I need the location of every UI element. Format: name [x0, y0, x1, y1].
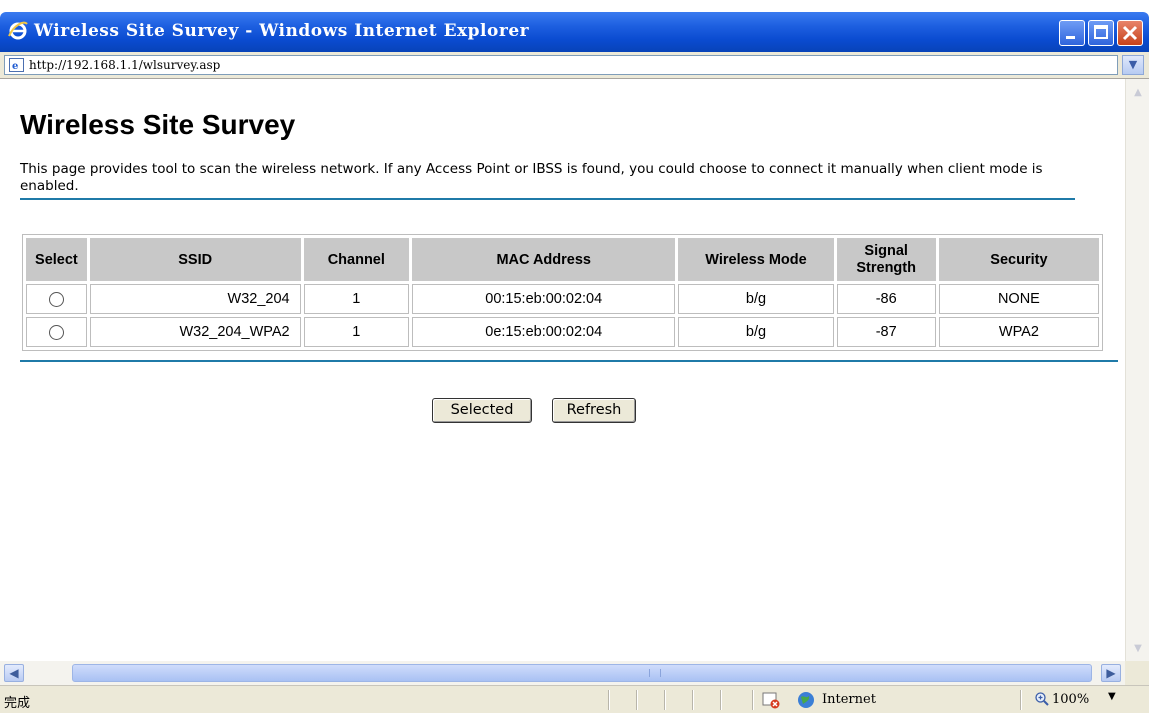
status-separator	[664, 690, 666, 710]
zoom-level[interactable]: 100%	[1052, 692, 1089, 707]
mac-cell: 00:15:eb:00:02:04	[411, 284, 676, 314]
chevron-down-icon: ▼	[1128, 58, 1138, 71]
security-cell: NONE	[938, 284, 1099, 314]
ssid-cell: W32_204_WPA2	[89, 317, 301, 347]
vertical-scrollbar[interactable]: ▲ ▼	[1125, 79, 1149, 661]
chevron-left-icon: ◀	[9, 666, 19, 680]
status-separator	[692, 690, 694, 710]
security-cell: WPA2	[938, 317, 1099, 347]
divider	[20, 198, 1075, 200]
globe-icon	[798, 692, 814, 708]
status-bar: 完成 Internet 100% ▼	[0, 685, 1149, 713]
signal-cell: -86	[836, 284, 936, 314]
window-title: Wireless Site Survey - Windows Internet …	[34, 21, 530, 41]
column-header-signal: Signal Strength	[836, 238, 936, 281]
ssid-cell: W32_204	[89, 284, 301, 314]
address-bar: e http://192.168.1.1/wlsurvey.asp ▼	[0, 52, 1149, 79]
column-header-channel: Channel	[303, 238, 409, 281]
page-content: Wireless Site Survey This page provides …	[0, 79, 1125, 661]
scroll-down-icon[interactable]: ▼	[1130, 641, 1146, 657]
maximize-button[interactable]	[1088, 20, 1114, 46]
table-row: W32_204 1 00:15:eb:00:02:04 b/g -86 NONE	[26, 284, 1099, 314]
title-bar[interactable]: Wireless Site Survey - Windows Internet …	[0, 12, 1149, 52]
status-separator	[752, 690, 754, 710]
scroll-left-button[interactable]: ◀	[4, 664, 24, 682]
ie-logo-icon	[8, 21, 28, 40]
status-text: 完成	[4, 696, 31, 711]
select-radio[interactable]	[48, 324, 64, 340]
address-text: http://192.168.1.1/wlsurvey.asp	[29, 58, 221, 72]
signal-header-line1: Signal	[864, 242, 908, 259]
status-separator	[636, 690, 638, 710]
channel-cell: 1	[303, 284, 409, 314]
browser-window: Wireless Site Survey - Windows Internet …	[0, 0, 1149, 713]
select-cell	[26, 284, 87, 314]
survey-table: Select SSID Channel MAC Address Wireless…	[22, 234, 1103, 351]
page-description: This page provides tool to scan the wire…	[20, 161, 1043, 194]
signal-cell: -87	[836, 317, 936, 347]
column-header-mode: Wireless Mode	[678, 238, 834, 281]
signal-header-line2: Strength	[856, 259, 916, 276]
mac-cell: 0e:15:eb:00:02:04	[411, 317, 676, 347]
refresh-button[interactable]: Refresh	[552, 398, 636, 423]
grip-icon	[649, 669, 661, 677]
status-separator	[1020, 690, 1022, 710]
divider	[20, 360, 1118, 362]
svg-text:e: e	[12, 61, 18, 72]
minimize-button[interactable]	[1059, 20, 1085, 46]
scroll-up-icon[interactable]: ▲	[1130, 85, 1146, 101]
table-header-row: Select SSID Channel MAC Address Wireless…	[26, 238, 1099, 281]
select-radio[interactable]	[48, 291, 64, 307]
protected-mode-icon	[762, 692, 780, 709]
scroll-thumb[interactable]	[72, 664, 1092, 682]
status-separator	[608, 690, 610, 710]
column-header-security: Security	[938, 238, 1099, 281]
page-icon: e	[9, 58, 24, 72]
close-button[interactable]	[1117, 20, 1143, 46]
page-title: Wireless Site Survey	[20, 109, 296, 140]
scroll-corner	[1125, 661, 1149, 685]
table-row: W32_204_WPA2 1 0e:15:eb:00:02:04 b/g -87…	[26, 317, 1099, 347]
address-dropdown-button[interactable]: ▼	[1122, 55, 1144, 75]
chevron-right-icon: ▶	[1106, 666, 1116, 680]
mode-cell: b/g	[678, 284, 834, 314]
column-header-mac: MAC Address	[411, 238, 676, 281]
zoom-dropdown-icon[interactable]: ▼	[1108, 691, 1116, 702]
zoom-icon[interactable]	[1035, 692, 1049, 706]
channel-cell: 1	[303, 317, 409, 347]
address-input[interactable]: e http://192.168.1.1/wlsurvey.asp	[4, 55, 1118, 75]
close-icon	[1122, 25, 1138, 41]
column-header-select: Select	[26, 238, 87, 281]
zone-text: Internet	[822, 692, 876, 707]
status-separator	[720, 690, 722, 710]
maximize-icon	[1094, 25, 1108, 39]
select-cell	[26, 317, 87, 347]
column-header-ssid: SSID	[89, 238, 301, 281]
scroll-right-button[interactable]: ▶	[1101, 664, 1121, 682]
minimize-icon	[1066, 36, 1075, 39]
horizontal-scrollbar[interactable]: ◀ ▶	[0, 661, 1125, 685]
selected-button[interactable]: Selected	[432, 398, 532, 423]
mode-cell: b/g	[678, 317, 834, 347]
